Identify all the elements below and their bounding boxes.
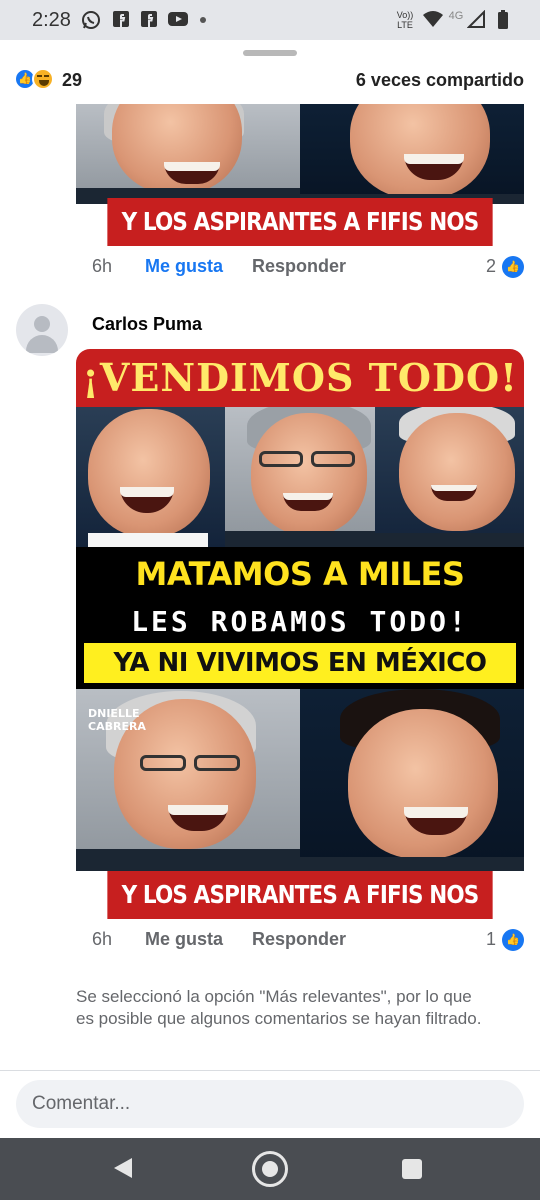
like-icon: 👍	[502, 256, 524, 278]
like-button[interactable]: Me gusta	[145, 256, 223, 277]
signal-icon	[466, 9, 486, 30]
comment-like-count[interactable]: 2 👍	[464, 256, 524, 278]
meme-line-3: YA NI VIVIMOS EN MÉXICO	[84, 643, 516, 683]
meme-title: ¡VENDIMOS TODO!	[76, 349, 524, 407]
meme-line-1: MATAMOS A MILES	[135, 555, 465, 593]
filter-notice: Se seleccionó la opción "Más relevantes"…	[76, 987, 482, 1028]
comment-actions: 6h Me gusta Responder	[92, 929, 352, 951]
photo-right	[300, 104, 524, 204]
photo-right	[374, 407, 524, 547]
reaction-count: 29	[62, 70, 83, 90]
recents-icon[interactable]	[402, 1159, 422, 1179]
sheet-drag-handle[interactable]	[243, 50, 297, 56]
photo-center	[225, 407, 375, 547]
status-time: 2:28	[32, 9, 71, 31]
whatsapp-icon	[80, 10, 102, 30]
comment-image[interactable]: ¡VENDIMOS TODO! MATAMOS A MILES LES ROBA…	[76, 349, 524, 919]
comment-actions: 6h Me gusta Responder	[92, 256, 352, 278]
comment-author[interactable]: Carlos Puma	[92, 314, 202, 335]
comment-like-count[interactable]: 1 👍	[464, 929, 524, 951]
comment-composer[interactable]	[16, 1080, 524, 1128]
navigation-bar	[0, 1138, 540, 1200]
network-type-label: 4G	[448, 10, 464, 22]
reply-button[interactable]: Responder	[252, 929, 346, 950]
notification-dot-icon	[198, 10, 208, 30]
avatar[interactable]	[16, 304, 68, 356]
divider	[0, 1070, 540, 1071]
comment-image[interactable]: Y LOS ASPIRANTES A FIFIS NOS DEFIENDEN	[76, 104, 524, 246]
meme-bottom-caption: Y LOS ASPIRANTES A FIFIS NOS DEFIENDEN	[107, 198, 493, 246]
volte-icon: Vo)) LTE	[396, 10, 414, 30]
comment-time: 6h	[92, 929, 113, 949]
shares-count[interactable]: 6 veces compartido	[356, 70, 524, 91]
youtube-icon	[166, 10, 190, 30]
photo-left	[76, 104, 300, 204]
photo-bottom-right	[300, 689, 524, 871]
facebook-icon	[140, 10, 158, 30]
meme-watermark: DNIELLE CABRERA	[88, 707, 146, 733]
photo-left	[76, 407, 226, 547]
comment-time: 6h	[92, 256, 113, 276]
wifi-icon	[422, 10, 444, 30]
like-icon: 👍	[502, 929, 524, 951]
facebook-icon	[112, 10, 130, 30]
like-button[interactable]: Me gusta	[145, 929, 223, 950]
status-bar: 2:28 Vo)) LTE 4G	[0, 0, 540, 40]
back-icon[interactable]	[114, 1158, 132, 1178]
comment-input[interactable]	[32, 1080, 508, 1128]
haha-reaction-icon	[32, 68, 54, 90]
battery-icon	[496, 10, 510, 30]
home-icon[interactable]	[252, 1151, 288, 1187]
meme-line-2: LES ROBAMOS TODO!	[131, 605, 469, 638]
reply-button[interactable]: Responder	[252, 256, 346, 277]
meme-bottom-caption: Y LOS ASPIRANTES A FIFIS NOS DEFIENDEN	[107, 871, 493, 919]
